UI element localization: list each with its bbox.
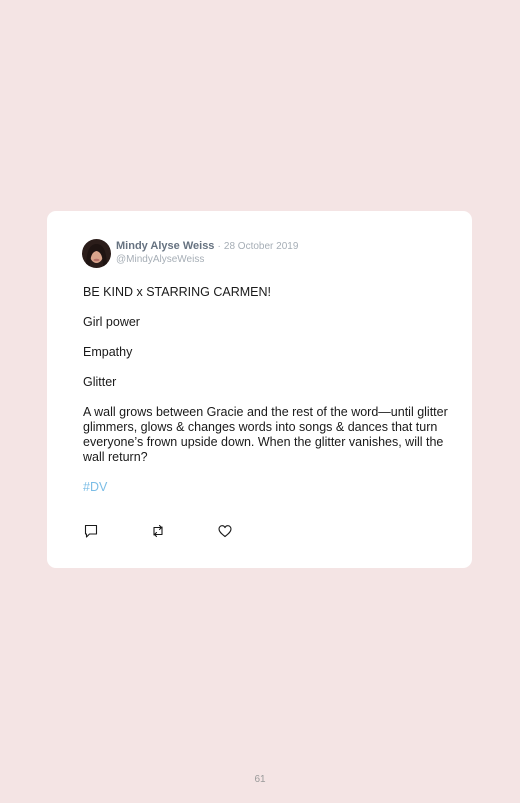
tweet-line: BE KIND x STARRING CARMEN! xyxy=(83,285,271,299)
tweet-body: BE KIND x STARRING CARMEN! Girl power Em… xyxy=(83,285,448,510)
name-line: Mindy Alyse Weiss · 28 October 2019 xyxy=(116,240,298,253)
avatar[interactable] xyxy=(82,239,111,268)
tweet-header: Mindy Alyse Weiss · 28 October 2019 @Min… xyxy=(82,239,298,268)
hashtag-link[interactable]: #DV xyxy=(83,480,448,495)
page-number: 61 xyxy=(254,774,266,785)
author-handle[interactable]: @MindyAlyseWeiss xyxy=(116,253,298,266)
tweet-line: Glitter xyxy=(83,375,117,389)
reply-icon[interactable] xyxy=(83,523,99,539)
tweet-actions xyxy=(83,523,284,539)
tweet-line: Empathy xyxy=(83,345,133,359)
tweet-line: Girl power xyxy=(83,315,140,329)
tweet-line: A wall grows between Gracie and the rest… xyxy=(83,405,448,464)
retweet-icon[interactable] xyxy=(150,523,166,539)
heart-icon[interactable] xyxy=(217,523,233,539)
separator-dot: · xyxy=(217,241,221,252)
author-name[interactable]: Mindy Alyse Weiss xyxy=(116,240,214,252)
tweet-card: Mindy Alyse Weiss · 28 October 2019 @Min… xyxy=(47,211,472,568)
author-meta: Mindy Alyse Weiss · 28 October 2019 @Min… xyxy=(116,239,298,266)
tweet-date[interactable]: 28 October 2019 xyxy=(224,241,299,252)
